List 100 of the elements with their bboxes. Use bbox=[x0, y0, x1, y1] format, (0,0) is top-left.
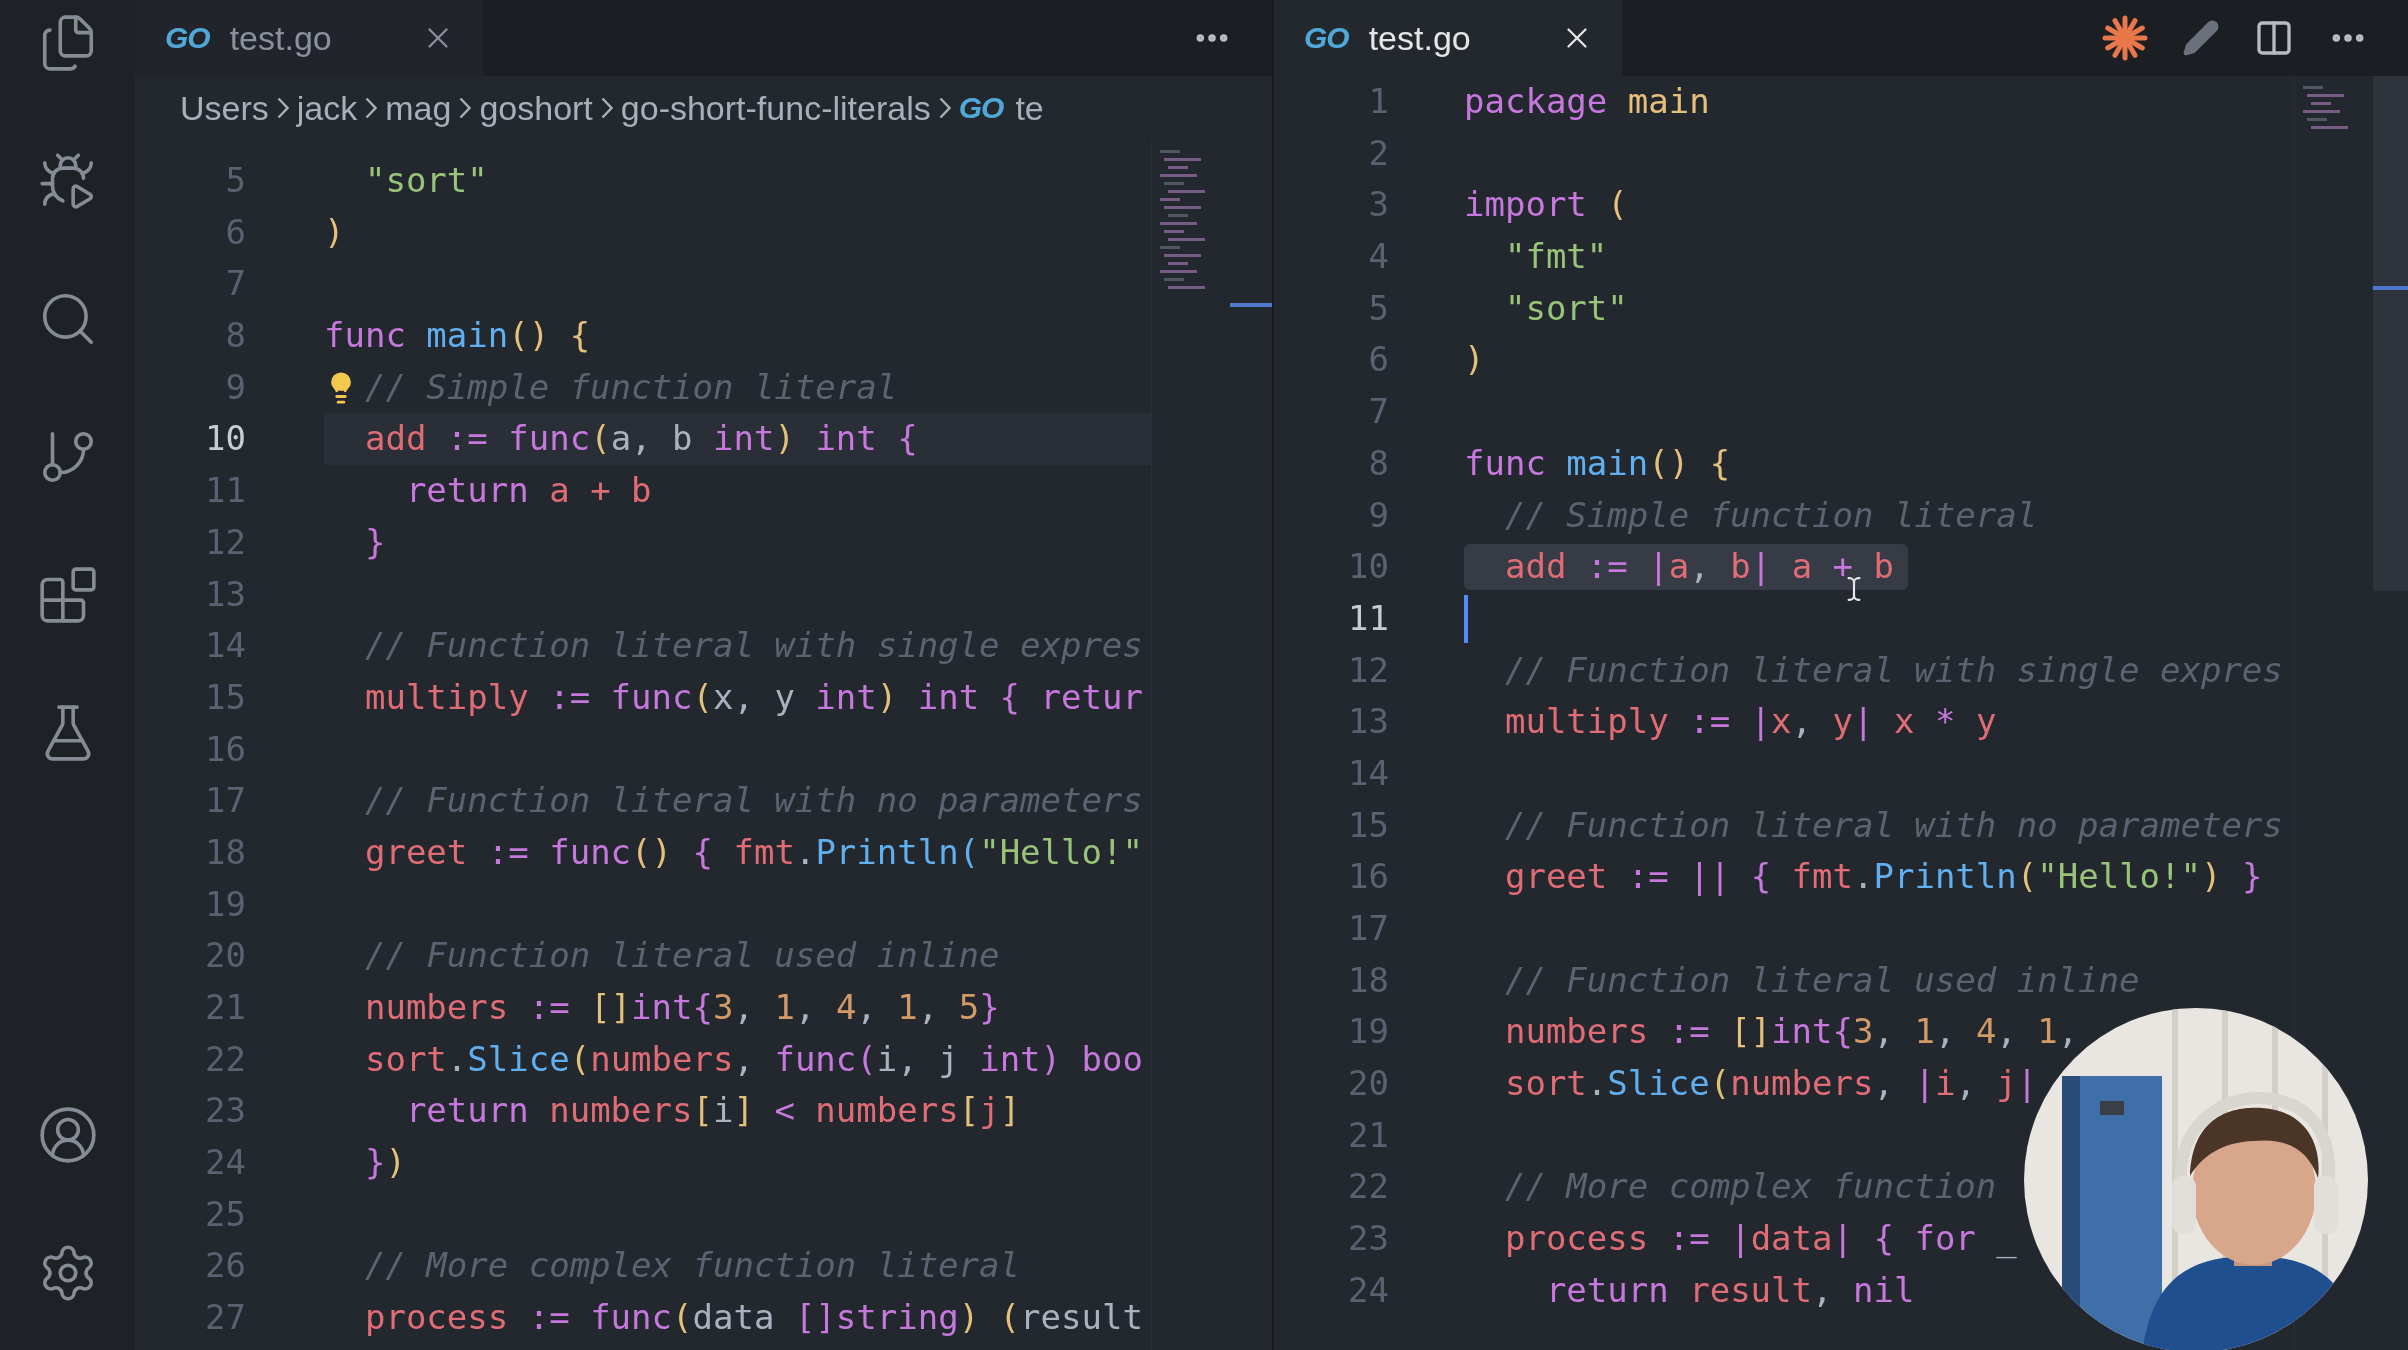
line-number: 25 bbox=[204, 1192, 246, 1236]
code-line: package main bbox=[1464, 81, 1710, 121]
line-number: 23 bbox=[204, 1089, 246, 1133]
breadcrumb-item[interactable]: mag bbox=[385, 88, 452, 128]
chevron-icon bbox=[938, 97, 951, 119]
line-number: 13 bbox=[204, 572, 246, 616]
line-number: 10 bbox=[204, 417, 246, 461]
line-number: 5 bbox=[1367, 286, 1389, 330]
line-number: 5 bbox=[224, 159, 246, 202]
code-line: return a + b bbox=[405, 470, 652, 511]
go-file-icon: GO bbox=[1304, 21, 1349, 55]
code-line: func main() { bbox=[324, 315, 591, 356]
line-number: 20 bbox=[204, 934, 246, 978]
pencil-icon[interactable] bbox=[2182, 19, 2220, 57]
line-number: 19 bbox=[204, 882, 246, 926]
line-number: 1 bbox=[1367, 80, 1389, 123]
chevron-icon bbox=[459, 97, 472, 119]
line-number: 7 bbox=[1367, 390, 1389, 434]
editor-tab[interactable]: GO test.go bbox=[1274, 0, 1622, 76]
code-line: // Function literal with single expres bbox=[364, 625, 1143, 666]
line-number: 11 bbox=[1347, 596, 1389, 640]
code-line: // Function literal with no parameters bbox=[364, 780, 1143, 821]
code-line: return numbers[i] < numbers[j] bbox=[405, 1090, 1021, 1131]
code-line: // Simple function literal bbox=[1504, 494, 2038, 535]
line-number: 12 bbox=[1347, 648, 1389, 692]
line-number: 27 bbox=[204, 1296, 246, 1340]
code-line: "sort" bbox=[1504, 287, 1628, 328]
line-number: 2 bbox=[1367, 131, 1389, 175]
line-number: 10 bbox=[1347, 545, 1389, 589]
code-line: // More complex function bbox=[1504, 1166, 1997, 1207]
chevron-icon bbox=[276, 97, 289, 119]
breadcrumb-item[interactable]: go-short-func-literals bbox=[620, 88, 931, 128]
code-line: // Function literal with no parameters bbox=[1504, 804, 2283, 845]
code-line: // Simple function literal bbox=[364, 366, 898, 407]
split-editor-icon[interactable] bbox=[2254, 18, 2294, 58]
line-number: 19 bbox=[1347, 1010, 1389, 1054]
breadcrumb-item[interactable]: te bbox=[1015, 88, 1044, 128]
code-line: process := func(data []string) (result bbox=[364, 1297, 1143, 1338]
line-number: 9 bbox=[224, 365, 246, 409]
chevron-icon bbox=[600, 97, 613, 119]
code-line: sort.Slice(numbers, |i, j| bbox=[1504, 1063, 2038, 1104]
line-number: 8 bbox=[224, 314, 246, 358]
line-number: 15 bbox=[204, 675, 246, 719]
line-number: 8 bbox=[1367, 441, 1389, 485]
line-number: 7 bbox=[224, 262, 246, 306]
code-line: add := |a, b| a + b bbox=[1504, 546, 1894, 587]
breadcrumb-item[interactable]: goshort bbox=[479, 88, 593, 128]
code-line: multiply := func(x, y int) int { retur bbox=[364, 676, 1143, 717]
line-number: 24 bbox=[204, 1141, 246, 1185]
tab-title: test.go bbox=[229, 18, 333, 58]
line-number: 11 bbox=[204, 469, 246, 513]
line-number: 15 bbox=[1347, 803, 1389, 847]
code-line: // Function literal used inline bbox=[1504, 959, 2140, 1000]
code-line: // Function literal used inline bbox=[364, 935, 1000, 976]
go-file-icon: GO bbox=[958, 91, 1004, 125]
code-line: numbers := []int{3, 1, 4, 1, bbox=[1504, 1011, 2079, 1052]
line-number: 16 bbox=[204, 727, 246, 771]
line-number: 21 bbox=[204, 986, 246, 1029]
editor-tab[interactable]: GO test.go bbox=[135, 0, 483, 76]
code-line: import ( bbox=[1464, 184, 1628, 225]
go-file-icon: GO bbox=[165, 21, 210, 55]
code-line: "fmt" bbox=[1504, 236, 1608, 277]
line-number: 6 bbox=[224, 210, 246, 254]
line-number: 14 bbox=[1347, 751, 1389, 795]
line-number: 23 bbox=[1347, 1217, 1389, 1261]
line-number: 22 bbox=[204, 1037, 246, 1081]
line-number: 21 bbox=[1347, 1113, 1389, 1157]
line-number: 6 bbox=[1367, 338, 1389, 382]
line-number: 13 bbox=[1347, 700, 1389, 744]
line-number: 26 bbox=[204, 1244, 246, 1288]
code-line: "sort" bbox=[364, 160, 488, 200]
code-line: func main() { bbox=[1464, 442, 1731, 483]
code-line: numbers := []int{3, 1, 4, 1, 5} bbox=[364, 987, 1000, 1027]
line-number: 20 bbox=[1347, 1062, 1389, 1106]
line-number: 14 bbox=[204, 624, 246, 668]
line-number: 4 bbox=[1367, 235, 1389, 279]
tab-title: test.go bbox=[1368, 18, 1472, 58]
code-line: sort.Slice(numbers, func(i, j int) boo bbox=[364, 1038, 1143, 1079]
code-line: greet := || { fmt.Println("Hello!") } bbox=[1504, 856, 2263, 897]
line-number: 9 bbox=[1367, 493, 1389, 537]
line-number: 22 bbox=[1347, 1165, 1389, 1209]
line-number: 18 bbox=[204, 830, 246, 874]
code-line: ) bbox=[324, 211, 345, 252]
line-number: 3 bbox=[1367, 183, 1389, 227]
line-number: 18 bbox=[1347, 958, 1389, 1002]
line-number: 17 bbox=[1347, 907, 1389, 950]
chevron-icon bbox=[365, 97, 378, 119]
code-line: // Function literal with single expres bbox=[1504, 649, 2283, 690]
code-line: greet := func() { fmt.Println("Hello!" bbox=[364, 831, 1143, 872]
line-number: 12 bbox=[204, 520, 246, 564]
code-line: ) bbox=[1464, 339, 1485, 380]
line-number: 24 bbox=[1347, 1268, 1389, 1312]
code-line: return result, nil bbox=[1545, 1269, 1915, 1310]
line-number: 17 bbox=[204, 779, 246, 823]
breadcrumb-item[interactable]: Users bbox=[180, 88, 269, 128]
code-line: // More complex function literal bbox=[364, 1245, 1020, 1286]
code-line: add := func(a, b int) int { bbox=[364, 418, 918, 459]
breadcrumb-item[interactable]: jack bbox=[296, 88, 358, 128]
code-line: multiply := |x, y| x * y bbox=[1504, 701, 1997, 742]
sparkle-icon[interactable] bbox=[2102, 15, 2148, 61]
